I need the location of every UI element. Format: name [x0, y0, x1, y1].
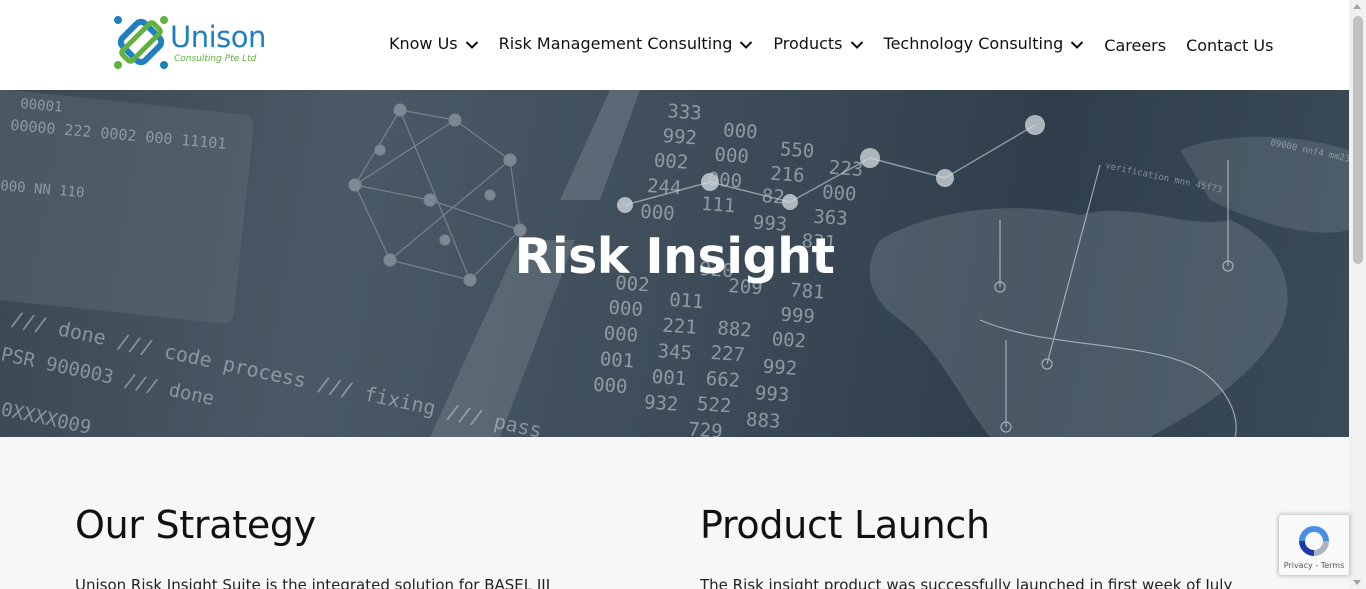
svg-text:82: 82	[761, 185, 785, 209]
svg-text:244: 244	[646, 175, 682, 199]
svg-text:002: 002	[771, 328, 807, 352]
svg-text:333: 333	[667, 100, 703, 124]
svg-text:522: 522	[696, 393, 732, 417]
chevron-down-icon	[1071, 41, 1084, 49]
svg-text:001: 001	[599, 348, 635, 372]
recaptcha-links[interactable]: Privacy - Terms	[1279, 561, 1349, 570]
nav-item-label: Technology Consulting	[883, 33, 1064, 53]
svg-text:345: 345	[657, 340, 693, 364]
recaptcha-badge[interactable]: Privacy - Terms	[1279, 515, 1349, 575]
nav-item-label: Know Us	[389, 33, 458, 53]
svg-text:227: 227	[710, 342, 746, 366]
svg-text:993: 993	[754, 382, 790, 406]
svg-text:999: 999	[780, 304, 816, 328]
product-launch-heading: Product Launch	[700, 503, 990, 547]
svg-text:000: 000	[707, 168, 743, 192]
svg-text:0XXXX009: 0XXXX009	[0, 398, 93, 437]
logo-name: Unison	[170, 20, 266, 54]
main-nav: Know Us Risk Management Consulting Produ…	[389, 28, 1273, 58]
recaptcha-icon	[1299, 526, 1329, 556]
svg-text:882: 882	[717, 317, 753, 341]
product-launch-section: Product Launch The Risk insight product …	[700, 503, 1232, 589]
svg-text:000: 000	[714, 144, 750, 168]
svg-text:992: 992	[662, 125, 698, 149]
unison-logo-icon	[114, 16, 168, 69]
svg-text:216: 216	[770, 163, 806, 187]
nav-item-label: Products	[773, 33, 843, 53]
logo-subtitle: Consulting Pte Ltd	[174, 54, 257, 64]
svg-text:221: 221	[662, 314, 698, 338]
svg-text:883: 883	[745, 409, 781, 433]
chevron-down-icon	[850, 41, 863, 49]
strategy-text: Unison Risk Insight Suite is the integra…	[75, 576, 551, 589]
svg-text:111: 111	[700, 193, 736, 217]
svg-text:000: 000	[603, 322, 639, 346]
strategy-heading: Our Strategy	[75, 503, 316, 547]
product-launch-text: The Risk insight product was successfull…	[700, 576, 1233, 589]
chevron-down-icon	[740, 41, 753, 49]
scroll-thumb[interactable]	[1353, 16, 1363, 264]
nav-item-technology-consulting[interactable]: Technology Consulting	[884, 34, 1085, 53]
nav-item-label: Risk Management Consulting	[498, 33, 733, 53]
page-title: Risk Insight	[514, 228, 835, 285]
scroll-down-arrow[interactable]	[1353, 580, 1361, 585]
chevron-down-icon	[465, 41, 478, 49]
nav-item-label: Careers	[1104, 36, 1167, 55]
svg-text:550: 550	[779, 138, 815, 162]
svg-text:932: 932	[643, 391, 679, 415]
svg-text:000: 000	[608, 297, 644, 321]
svg-text:000: 000	[821, 181, 857, 205]
page-scrollbar[interactable]	[1349, 0, 1366, 589]
svg-text:011: 011	[668, 289, 704, 313]
svg-text:000: 000	[722, 119, 758, 143]
nav-item-careers[interactable]: Careers	[1104, 36, 1166, 55]
nav-item-contact-us[interactable]: Contact Us	[1186, 36, 1273, 55]
unison-logo[interactable]: Unison Consulting Pte Ltd	[112, 14, 277, 72]
svg-text:000: 000	[592, 374, 628, 398]
nav-item-risk-management-consulting[interactable]: Risk Management Consulting	[499, 34, 754, 53]
site-header: Unison Consulting Pte Ltd Know Us Risk M…	[0, 0, 1349, 90]
svg-text:363: 363	[813, 206, 849, 230]
scroll-up-arrow[interactable]	[1353, 4, 1361, 9]
svg-text:002: 002	[653, 149, 689, 173]
hero-banner: 333 000 550 992 000 216 223 002 000 82 000 244 11…	[0, 90, 1349, 437]
svg-text:992: 992	[762, 356, 798, 380]
svg-text:662: 662	[705, 368, 741, 392]
svg-text:001: 001	[651, 366, 687, 390]
nav-item-label: Contact Us	[1186, 36, 1274, 55]
svg-text:729: 729	[687, 419, 723, 437]
nav-item-know-us[interactable]: Know Us	[389, 34, 479, 53]
svg-text:000: 000	[640, 201, 676, 225]
svg-text:223: 223	[828, 157, 864, 181]
nav-item-products[interactable]: Products	[773, 34, 863, 53]
strategy-section: Our Strategy Unison Risk Insight Suite i…	[75, 503, 550, 589]
